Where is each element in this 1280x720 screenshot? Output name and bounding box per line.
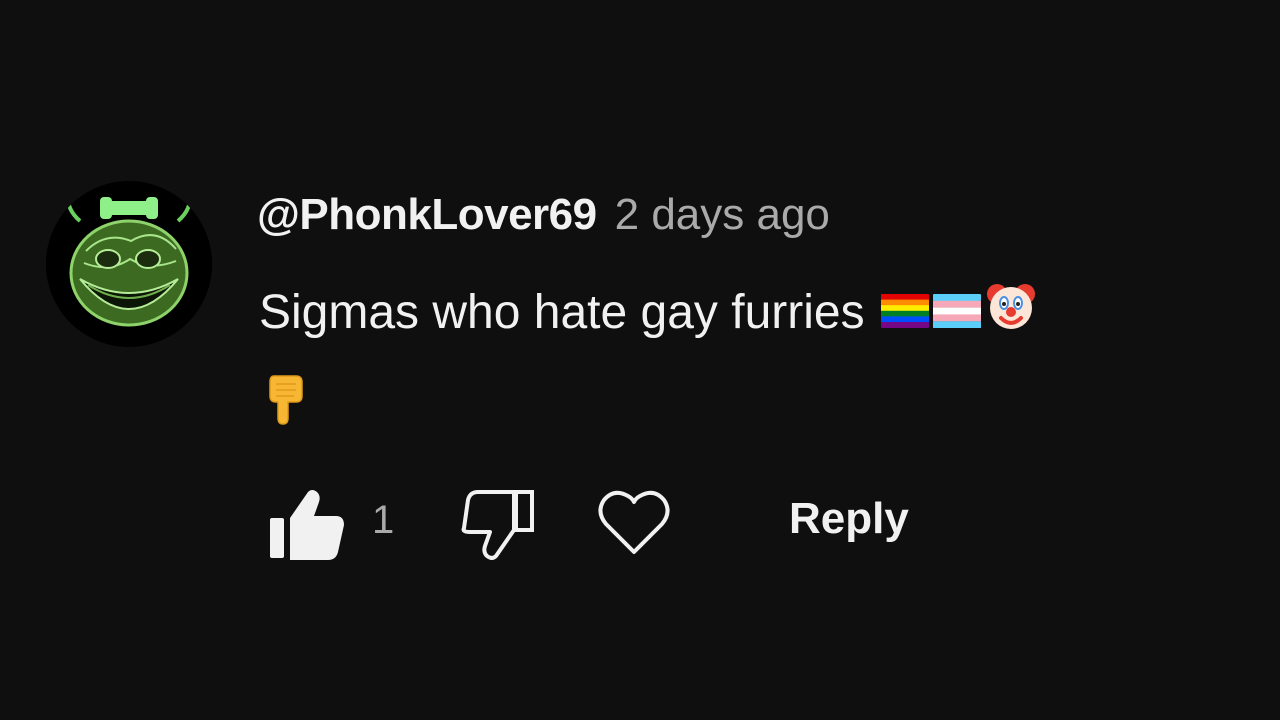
comment-second-line bbox=[268, 370, 308, 431]
comment-author[interactable]: @PhonkLover69 bbox=[257, 190, 597, 240]
heart-icon bbox=[598, 488, 670, 563]
pointing-down-icon bbox=[268, 375, 308, 430]
comment-timestamp[interactable]: 2 days ago bbox=[615, 190, 830, 240]
comment-text-line: Sigmas who hate gay furries bbox=[259, 280, 1037, 344]
like-count: 1 bbox=[372, 498, 395, 542]
reply-button[interactable]: Reply bbox=[789, 494, 909, 544]
troll-face-avatar-icon bbox=[46, 181, 212, 347]
comment-action-bar: 1 Reply bbox=[268, 480, 968, 564]
thumbs-down-icon bbox=[458, 488, 536, 565]
heart-button[interactable] bbox=[598, 488, 670, 563]
clown-face-icon bbox=[985, 280, 1037, 344]
comment-text: Sigmas who hate gay furries bbox=[259, 285, 865, 339]
like-button[interactable] bbox=[268, 488, 346, 565]
comment-header: @PhonkLover69 2 days ago bbox=[257, 190, 830, 250]
thumbs-up-icon bbox=[268, 488, 346, 565]
avatar[interactable] bbox=[46, 181, 212, 347]
comment-emoji-row bbox=[880, 280, 1037, 344]
rainbow-flag-icon bbox=[880, 285, 929, 340]
comment-thread: @PhonkLover69 2 days ago Sigmas who hate… bbox=[0, 0, 1280, 720]
transgender-flag-icon bbox=[932, 285, 981, 340]
dislike-button[interactable] bbox=[458, 488, 536, 565]
